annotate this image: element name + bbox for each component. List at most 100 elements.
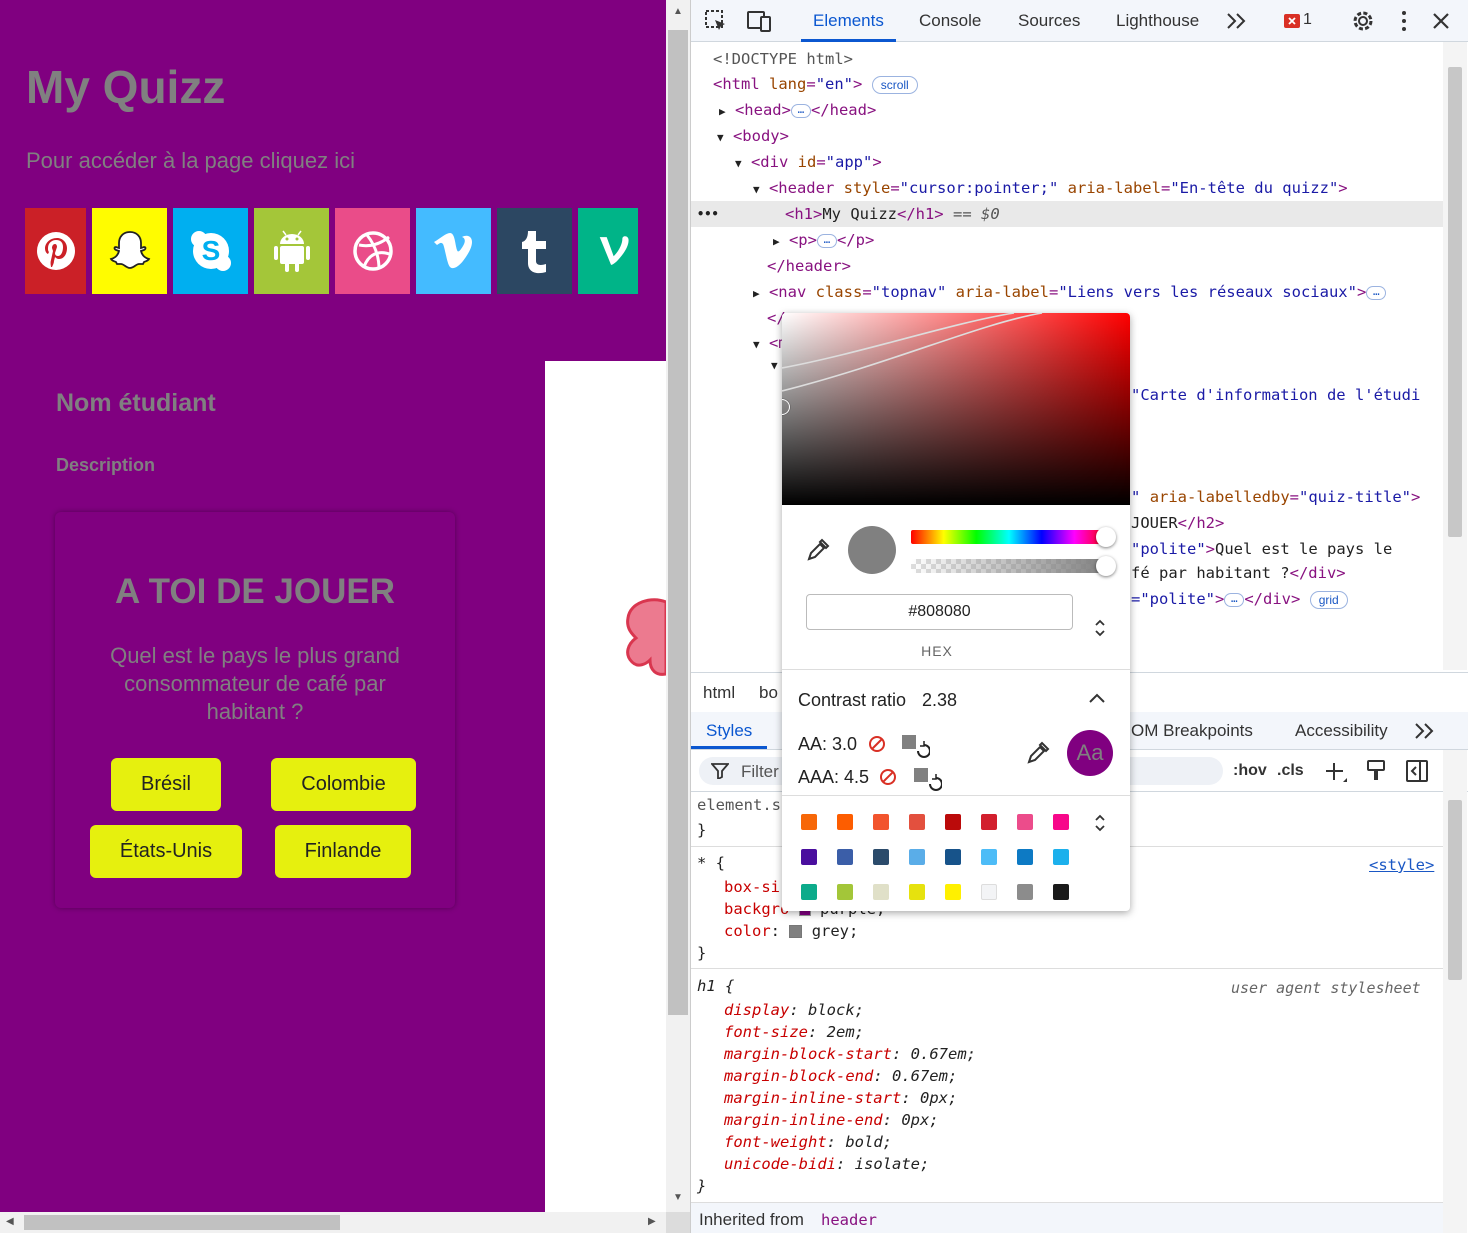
palette-swatch[interactable] [873,814,889,830]
answer-button-finlande[interactable]: Finlande [275,825,411,878]
add-style-rule-icon[interactable] [1323,760,1349,784]
palette-swatch[interactable] [837,849,853,865]
universal-selector[interactable]: * { [697,852,725,874]
color-value[interactable]: grey; [812,922,859,940]
answer-button-bresil[interactable]: Brésil [111,758,221,811]
expand-triangle-icon[interactable]: ▶ [773,235,780,248]
dom-line-div-app[interactable]: ▼ <div id="app"> [735,150,882,174]
palette-swatch[interactable] [981,814,997,830]
tab-sources[interactable]: Sources [1018,0,1080,42]
dribbble-icon[interactable] [335,208,410,294]
palette-swatch[interactable] [801,849,817,865]
more-options-icon[interactable] [1397,8,1411,34]
ellipsis-icon[interactable]: … [790,103,811,118]
dom-line-section-fragment[interactable]: " aria-labelledby="quiz-title"> [1131,485,1420,509]
ua-rule[interactable]: font-size: 2em; [724,1021,864,1043]
palette-swatch[interactable] [837,884,853,900]
node-options-ellipsis-icon[interactable]: ••• [697,202,719,226]
dom-line-header[interactable]: ▼ <header style="cursor:pointer;" aria-l… [753,176,1348,200]
tab-elements[interactable]: Elements [801,0,896,42]
tab-lighthouse[interactable]: Lighthouse [1116,0,1199,42]
toggle-sidebar-icon[interactable] [1405,759,1429,783]
dom-line-body[interactable]: ▼ <body> [717,124,789,148]
ellipsis-icon[interactable]: … [1224,592,1245,607]
palette-swatch[interactable] [1053,814,1069,830]
tab-styles[interactable]: Styles [691,712,768,749]
palette-swatch[interactable] [1017,814,1033,830]
dom-line-question-fragment[interactable]: "polite">Quel est le pays le [1131,537,1392,561]
pinterest-icon[interactable] [25,208,86,294]
collapse-chevron-icon[interactable] [1088,691,1106,705]
page-subtitle[interactable]: Pour accéder à la page cliquez ici [26,148,355,174]
expand-triangle-icon[interactable]: ▶ [719,105,726,118]
grid-badge[interactable]: grid [1309,590,1348,609]
rule-color[interactable]: color: grey; [724,920,858,942]
error-icon[interactable] [1284,14,1300,28]
hue-slider[interactable] [911,530,1107,544]
expand-triangle-icon[interactable]: ▶ [753,287,760,300]
scroll-down-arrow-icon[interactable]: ▼ [673,1192,683,1203]
dom-tree-scrollbar[interactable] [1443,42,1467,670]
ellipsis-icon[interactable]: … [816,233,837,248]
palette-swatch[interactable] [1017,884,1033,900]
dom-line-p[interactable]: ▶ <p>… </p> [773,228,874,252]
breadcrumb-body[interactable]: bo [759,683,778,703]
hue-slider-handle[interactable] [1096,527,1116,547]
inspect-element-icon[interactable] [703,8,729,34]
ua-rule[interactable]: display: block; [724,999,864,1021]
scroll-badge[interactable]: scroll [871,75,918,94]
page-horizontal-scrollbar[interactable]: ◀ ▶ [0,1212,666,1233]
dom-line-nav[interactable]: ▶ <nav class="topnav" aria-label="Liens … [753,280,1387,304]
alpha-slider-handle[interactable] [1096,556,1116,576]
palette-swatch[interactable] [801,884,817,900]
ellipsis-icon[interactable]: … [1366,285,1387,300]
dom-line-head[interactable]: ▶ <head>… </head> [719,98,876,122]
background-eyedropper-icon[interactable] [1026,741,1050,765]
palette-swatch[interactable] [981,849,997,865]
snapchat-icon[interactable] [92,208,167,294]
dom-scroll-thumb[interactable] [1448,67,1462,537]
vimeo-icon[interactable] [416,208,491,294]
palette-swatch[interactable] [801,814,817,830]
dom-line-doctype[interactable]: <!DOCTYPE html> [713,47,853,71]
eyedropper-icon[interactable] [806,538,830,562]
ua-rule[interactable]: margin-inline-end: 0px; [724,1109,939,1131]
collapse-triangle-icon[interactable]: ▼ [771,354,778,378]
scroll-up-arrow-icon[interactable]: ▲ [673,6,683,17]
scroll-right-arrow-icon[interactable]: ▶ [648,1216,656,1227]
style-source-link[interactable]: <style> [1369,854,1434,876]
dom-line-card-fragment[interactable]: "Carte d'information de l'étudi [1131,383,1420,407]
collapse-triangle-icon[interactable]: ▼ [753,183,760,196]
dom-line-h1[interactable]: <h1>My Quizz</h1> == $0 [785,202,1000,226]
answer-button-etats-unis[interactable]: États-Unis [90,825,242,878]
element-style-selector[interactable]: element.s [697,794,781,816]
dom-line-h2-fragment[interactable]: JOUER</h2> [1131,511,1224,535]
collapse-triangle-icon[interactable]: ▼ [753,338,760,351]
cls-toggle[interactable]: .cls [1277,762,1304,780]
ua-rule[interactable]: margin-inline-start: 0px; [724,1087,957,1109]
vine-icon[interactable] [578,208,638,294]
palette-swatch[interactable] [945,814,961,830]
more-tabs-chevron-icon[interactable] [1225,12,1247,30]
hex-input[interactable]: #808080 [806,594,1073,630]
tumblr-icon[interactable] [497,208,572,294]
more-tabs-chevron-icon[interactable] [1413,722,1435,740]
saturation-value-area[interactable] [782,313,1130,505]
palette-swatch[interactable] [837,814,853,830]
inherited-from-link[interactable]: header [821,1211,877,1229]
palette-swatch[interactable] [981,884,997,900]
h1-selector[interactable]: h1 { [697,975,734,997]
page-title[interactable]: My Quizz [26,60,225,114]
dom-line-question2-fragment[interactable]: fé par habitant ?</div> [1131,561,1346,585]
answer-button-colombie[interactable]: Colombie [271,758,416,811]
ua-rule[interactable]: margin-block-end: 0.67em; [724,1065,957,1087]
close-devtools-icon[interactable] [1431,11,1451,31]
collapse-triangle-icon[interactable]: ▼ [735,157,742,170]
suggest-color-aa-icon[interactable] [900,733,930,759]
page-vertical-scroll-thumb[interactable] [668,30,688,1015]
settings-gear-icon[interactable] [1350,8,1376,34]
skype-icon[interactable]: S [173,208,248,294]
hov-toggle[interactable]: :hov [1233,762,1267,780]
tab-console[interactable]: Console [919,0,981,42]
ua-rule[interactable]: margin-block-start: 0.67em; [724,1043,976,1065]
